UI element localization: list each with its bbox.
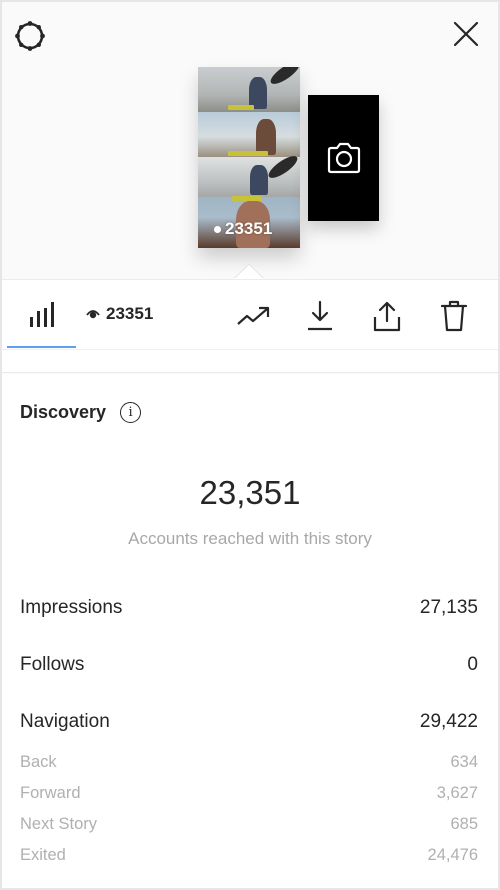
navigation-value: 24,476 <box>427 846 478 864</box>
story-image-caption <box>232 196 262 201</box>
add-story-card[interactable] <box>308 95 379 221</box>
story-toolbar: 23351 <box>2 279 498 349</box>
selected-story-caret <box>234 265 264 279</box>
thumbnail-view-count-value: 23351 <box>225 219 273 238</box>
metric-value: 27,135 <box>419 597 478 618</box>
settings-button[interactable] <box>12 18 48 54</box>
share-icon <box>373 301 401 332</box>
metric-value: 0 <box>467 654 478 675</box>
navigation-label: Forward <box>20 784 81 802</box>
story-image-caption <box>228 151 268 156</box>
story-insights-screen: 23351 23351 Discovery i 23,351 Accounts … <box>2 2 498 888</box>
navigation-label: Next Story <box>20 815 98 833</box>
viewers-count[interactable]: 23351 <box>86 304 153 324</box>
metric-label: Impressions <box>20 597 123 618</box>
navigation-value: 634 <box>450 753 478 771</box>
trending-up-icon <box>237 306 270 325</box>
close-icon <box>453 21 479 47</box>
info-icon[interactable]: i <box>120 402 142 423</box>
navigation-value: 685 <box>450 815 478 833</box>
close-button[interactable] <box>448 16 484 52</box>
delete-button[interactable] <box>434 296 474 336</box>
metric-label: Follows <box>20 654 85 675</box>
navigation-label: Exited <box>20 846 66 864</box>
eye-icon <box>214 225 221 233</box>
active-tab-indicator <box>7 346 76 348</box>
navigation-label: Back <box>20 753 57 771</box>
accounts-reached-value: 23,351 <box>199 474 301 511</box>
story-preview-header: 23351 <box>2 2 498 279</box>
navigation-row-back: Back 634 <box>20 753 478 772</box>
story-thumbnail[interactable]: 23351 <box>198 67 300 248</box>
navigation-row-exited: Exited 24,476 <box>20 846 478 865</box>
metric-row-navigation: Navigation 29,422 <box>20 711 478 733</box>
metric-value: 29,422 <box>419 711 478 732</box>
thumbnail-view-count: 23351 <box>204 219 296 239</box>
trash-icon <box>440 300 468 332</box>
gear-icon <box>15 21 45 51</box>
download-button[interactable] <box>300 296 340 336</box>
viewers-count-value: 23351 <box>106 304 154 323</box>
story-image-figure <box>256 119 276 155</box>
navigation-row-forward: Forward 3,627 <box>20 784 478 803</box>
section-title: Discovery <box>20 402 107 422</box>
tab-insights[interactable] <box>7 280 77 350</box>
story-image-caption <box>228 105 254 110</box>
camera-icon <box>327 142 360 174</box>
metric-row-follows: Follows 0 <box>20 654 478 676</box>
eye-icon <box>86 310 100 319</box>
navigation-row-next-story: Next Story 685 <box>20 815 478 834</box>
story-image-figure <box>250 165 268 195</box>
story-image-detail <box>267 67 300 88</box>
share-button[interactable] <box>367 296 407 336</box>
navigation-value: 3,627 <box>436 784 478 802</box>
section-header: Discovery i <box>20 402 142 423</box>
metric-row-impressions: Impressions 27,135 <box>20 597 478 619</box>
discovery-section: Discovery i 23,351 Accounts reached with… <box>2 374 498 888</box>
accounts-reached-caption: Accounts reached with this story <box>128 529 372 548</box>
toolbar-divider <box>2 349 498 373</box>
metric-label: Navigation <box>20 711 110 732</box>
promote-button[interactable] <box>234 296 274 336</box>
download-icon <box>308 300 332 331</box>
bar-chart-icon <box>30 302 54 327</box>
